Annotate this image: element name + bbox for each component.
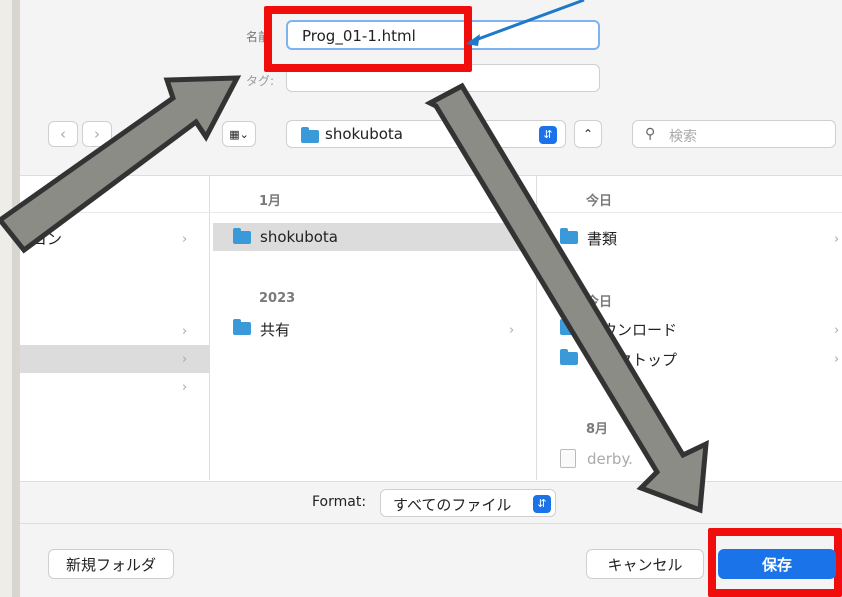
arrow-to-tag-field [0, 75, 242, 254]
pointer-line-filename [466, 0, 585, 46]
arrow-to-save-button [424, 82, 709, 514]
annotation-arrows [0, 0, 709, 514]
